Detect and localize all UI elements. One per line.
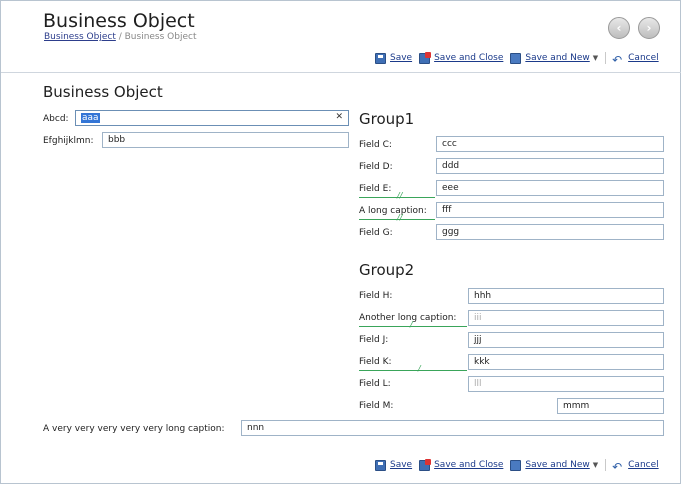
guide-tick: // bbox=[397, 191, 403, 200]
field-h-label: Field H: bbox=[359, 291, 393, 301]
field-efghijklmn-label: Efghijklmn: bbox=[43, 136, 94, 146]
alignment-guide bbox=[359, 370, 467, 371]
field-abcd-input[interactable]: aaa ✕ bbox=[75, 110, 349, 126]
field-k-label: Field K: bbox=[359, 357, 392, 367]
save-label[interactable]: Save bbox=[390, 53, 412, 63]
cancel-label[interactable]: Cancel bbox=[628, 460, 659, 470]
save-button[interactable]: Save bbox=[375, 52, 412, 64]
field-m-input[interactable]: mmm bbox=[557, 398, 664, 414]
field-k-input[interactable]: kkk bbox=[468, 354, 664, 370]
cancel-button[interactable]: ↶ Cancel bbox=[612, 52, 659, 67]
field-m-label: Field M: bbox=[359, 401, 394, 411]
header-divider bbox=[1, 72, 681, 73]
breadcrumb-link[interactable]: Business Object bbox=[44, 32, 116, 42]
save-new-icon bbox=[510, 52, 522, 64]
field-j-label: Field J: bbox=[359, 335, 389, 345]
field-e-label: Field E: bbox=[359, 184, 392, 194]
field-very-long-caption-label: A very very very very very long caption: bbox=[43, 424, 225, 434]
clear-icon[interactable]: ✕ bbox=[335, 112, 343, 122]
field-another-long-caption-label: Another long caption: bbox=[359, 313, 457, 323]
save-label[interactable]: Save bbox=[390, 460, 412, 470]
field-another-long-caption-input[interactable]: iii bbox=[468, 310, 664, 326]
cancel-label[interactable]: Cancel bbox=[628, 53, 659, 63]
field-c-input[interactable]: ccc bbox=[436, 136, 664, 152]
section-title: Business Object bbox=[43, 83, 163, 101]
save-new-label[interactable]: Save and New bbox=[525, 460, 589, 470]
cancel-icon: ↶ bbox=[612, 52, 623, 67]
bottom-toolbar: Save Save and Close Save and New ▼ ↶ Cance… bbox=[375, 458, 666, 474]
group2-title: Group2 bbox=[359, 261, 415, 279]
field-l-label: Field L: bbox=[359, 379, 391, 389]
toolbar-divider bbox=[605, 52, 607, 64]
field-l-input[interactable]: lll bbox=[468, 376, 664, 392]
field-abcd-label: Abcd: bbox=[43, 114, 69, 124]
guide-tick: / bbox=[418, 364, 421, 373]
page-title: Business Object bbox=[43, 10, 195, 32]
field-long-caption-label: A long caption: bbox=[359, 206, 427, 216]
guide-tick: / bbox=[410, 320, 413, 329]
field-j-input[interactable]: jjj bbox=[468, 332, 664, 348]
field-g-label: Field G: bbox=[359, 228, 393, 238]
forward-icon[interactable]: › bbox=[638, 17, 660, 39]
dropdown-caret-icon[interactable]: ▼ bbox=[593, 54, 598, 62]
group1-title: Group1 bbox=[359, 110, 415, 128]
save-close-label[interactable]: Save and Close bbox=[434, 53, 503, 63]
field-g-input[interactable]: ggg bbox=[436, 224, 664, 240]
field-abcd-value: aaa bbox=[81, 113, 100, 123]
field-e-input[interactable]: eee bbox=[436, 180, 664, 196]
save-close-icon bbox=[419, 51, 432, 64]
breadcrumb: Business Object / Business Object bbox=[44, 32, 196, 42]
cancel-icon: ↶ bbox=[612, 459, 623, 474]
toolbar-divider bbox=[605, 459, 607, 471]
save-icon bbox=[375, 459, 386, 471]
save-icon bbox=[375, 52, 386, 64]
breadcrumb-current: Business Object bbox=[124, 32, 197, 42]
top-toolbar: Save Save and Close Save and New ▼ ↶ Cance… bbox=[375, 51, 666, 67]
alignment-guide bbox=[359, 326, 467, 327]
save-close-button[interactable]: Save and Close bbox=[419, 51, 503, 64]
save-button[interactable]: Save bbox=[375, 459, 412, 471]
field-very-long-caption-input[interactable]: nnn bbox=[241, 420, 664, 436]
breadcrumb-separator: / bbox=[115, 32, 125, 42]
field-long-caption-input[interactable]: fff bbox=[436, 202, 664, 218]
back-icon[interactable]: ‹ bbox=[608, 17, 630, 39]
field-c-label: Field C: bbox=[359, 140, 392, 150]
save-new-icon bbox=[510, 459, 522, 471]
field-d-label: Field D: bbox=[359, 162, 393, 172]
save-new-button[interactable]: Save and New ▼ bbox=[510, 459, 598, 471]
field-efghijklmn-input[interactable]: bbb bbox=[102, 132, 349, 148]
save-close-icon bbox=[419, 458, 432, 471]
field-h-input[interactable]: hhh bbox=[468, 288, 664, 304]
cancel-button[interactable]: ↶ Cancel bbox=[612, 459, 659, 474]
save-new-button[interactable]: Save and New ▼ bbox=[510, 52, 598, 64]
save-close-button[interactable]: Save and Close bbox=[419, 458, 503, 471]
field-d-input[interactable]: ddd bbox=[436, 158, 664, 174]
dropdown-caret-icon[interactable]: ▼ bbox=[593, 461, 598, 469]
save-new-label[interactable]: Save and New bbox=[525, 53, 589, 63]
save-close-label[interactable]: Save and Close bbox=[434, 460, 503, 470]
guide-tick: // bbox=[397, 213, 403, 222]
